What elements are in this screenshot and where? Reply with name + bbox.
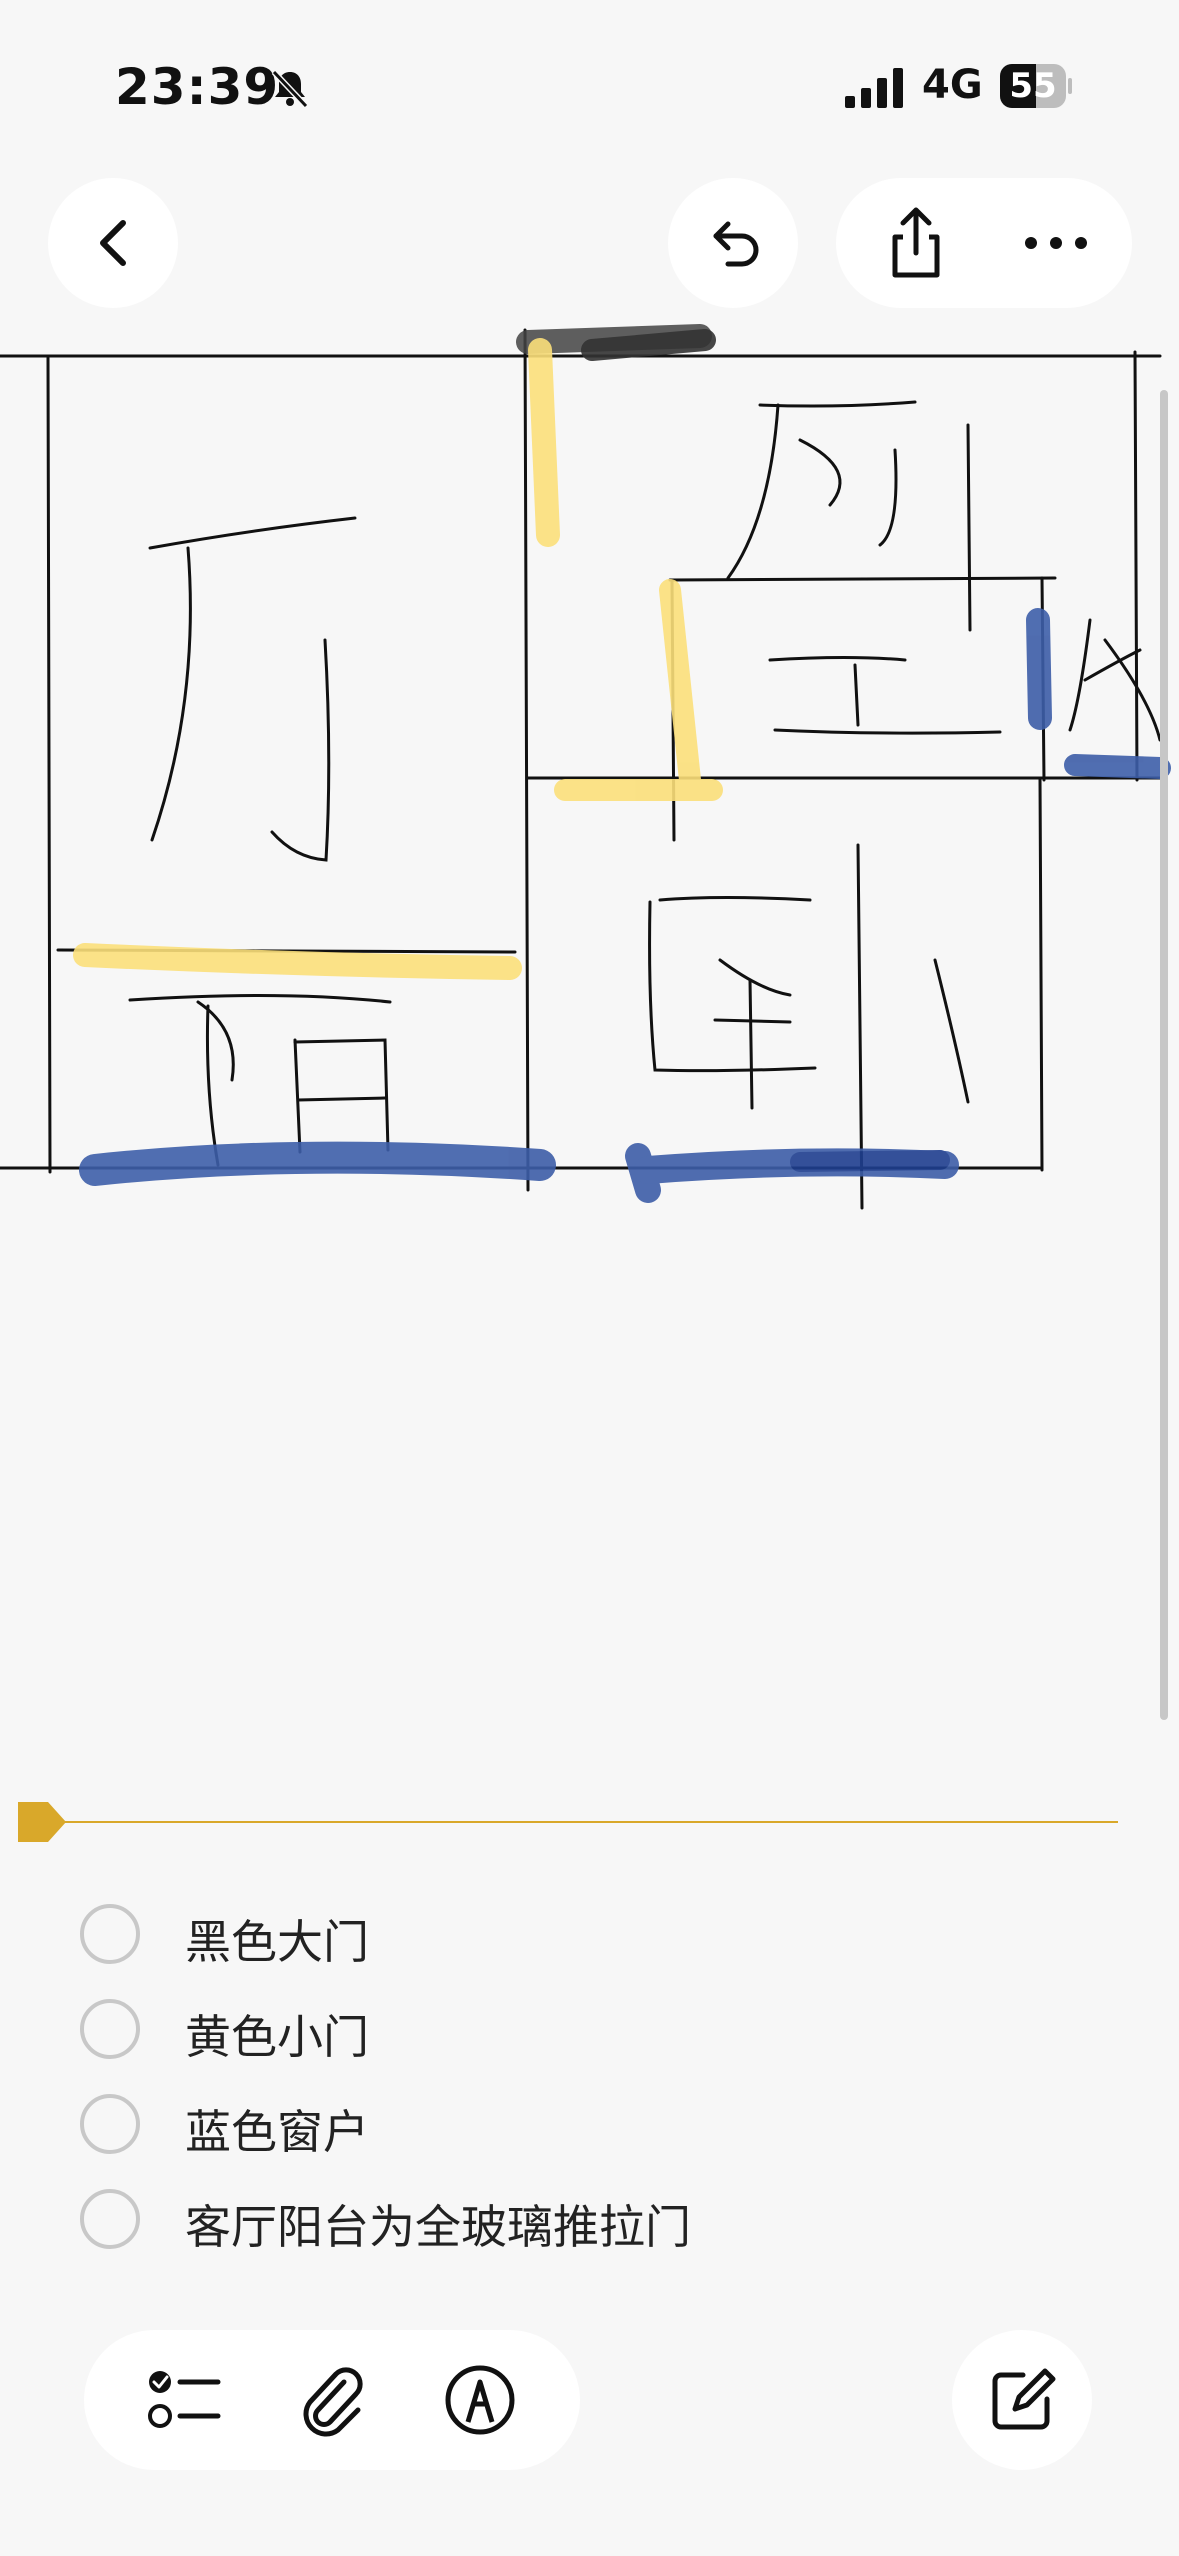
status-time: 23:39 [115,58,280,116]
chevron-left-icon [100,220,126,266]
more-button[interactable] [996,178,1116,308]
battery-level: 55 [1009,66,1057,106]
undo-icon [713,221,759,267]
checkbox[interactable] [80,1999,140,2059]
checklist-item: 黄色小门 [80,1993,1080,2088]
attach-button[interactable] [272,2330,392,2470]
checklist-item-label[interactable]: 蓝色窗户 [185,2096,369,2162]
compose-button[interactable] [952,2330,1092,2470]
share-icon [892,207,940,278]
bottom-toolbar [84,2330,580,2470]
checklist-button[interactable] [124,2330,244,2470]
status-bar: 23:39 4G 55 [0,0,1179,170]
compose-icon [992,2368,1056,2430]
checkbox[interactable] [80,1904,140,1964]
battery-icon: 55 [1000,64,1072,108]
section-divider [18,1802,1118,1842]
floor-plan-sketch[interactable] [0,320,1179,1220]
checklist-item-label[interactable]: 黄色小门 [185,2001,369,2067]
checklist-item: 黑色大门 [80,1898,1080,1993]
ellipsis-icon [1025,237,1087,249]
markup-pen-icon [445,2365,515,2435]
checklist-item: 客厅阳台为全玻璃推拉门 [80,2183,1080,2278]
bell-slash-icon [271,69,309,109]
checklist-item-label[interactable]: 黑色大门 [185,1906,369,1972]
checklist-icon [148,2371,221,2428]
back-button[interactable] [48,178,178,308]
checklist-item-label[interactable]: 客厅阳台为全玻璃推拉门 [185,2191,691,2257]
checklist-item: 蓝色窗户 [80,2088,1080,2183]
action-pill [836,178,1132,308]
checkbox[interactable] [80,2189,140,2249]
checklist: 黑色大门 黄色小门 蓝色窗户 客厅阳台为全玻璃推拉门 [80,1898,1080,2278]
scroll-indicator[interactable] [1160,390,1168,1720]
markup-button[interactable] [420,2330,540,2470]
paperclip-icon [303,2367,363,2437]
share-button[interactable] [856,178,976,308]
undo-button[interactable] [668,178,798,308]
signal-icon [845,68,903,108]
network-type: 4G [922,62,983,108]
checkbox[interactable] [80,2094,140,2154]
